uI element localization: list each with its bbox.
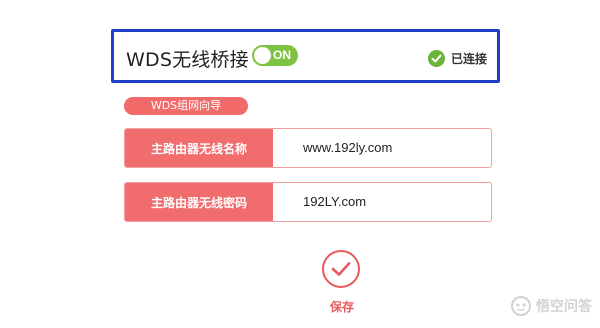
check-circle-icon: [427, 49, 445, 67]
watermark-text: 悟空问答: [536, 299, 592, 315]
password-field[interactable]: 主路由器无线密码 192LY.com: [124, 182, 492, 222]
wukong-logo-icon: [511, 296, 531, 316]
ssid-label: 主路由器无线名称: [125, 129, 273, 167]
save-label: 保存: [329, 300, 354, 314]
ssid-field[interactable]: 主路由器无线名称 www.192ly.com: [124, 128, 492, 168]
status-text: 已连接: [450, 51, 487, 66]
password-value[interactable]: 192LY.com: [303, 194, 366, 209]
toggle-knob: [254, 47, 271, 64]
toggle-label: ON: [273, 48, 291, 62]
checkmark-icon: [331, 262, 351, 276]
save-button[interactable]: [322, 250, 360, 288]
watermark: 悟空问答: [510, 294, 592, 318]
wds-bridge-panel: WDS无线桥接 ON 已连接: [111, 29, 500, 83]
wds-toggle[interactable]: ON: [252, 45, 298, 66]
wds-title: WDS无线桥接: [126, 49, 249, 71]
connection-status: 已连接: [427, 49, 487, 67]
wizard-tag: WDS组网向导: [124, 97, 248, 115]
password-label: 主路由器无线密码: [125, 183, 273, 221]
ssid-value[interactable]: www.192ly.com: [303, 140, 392, 155]
